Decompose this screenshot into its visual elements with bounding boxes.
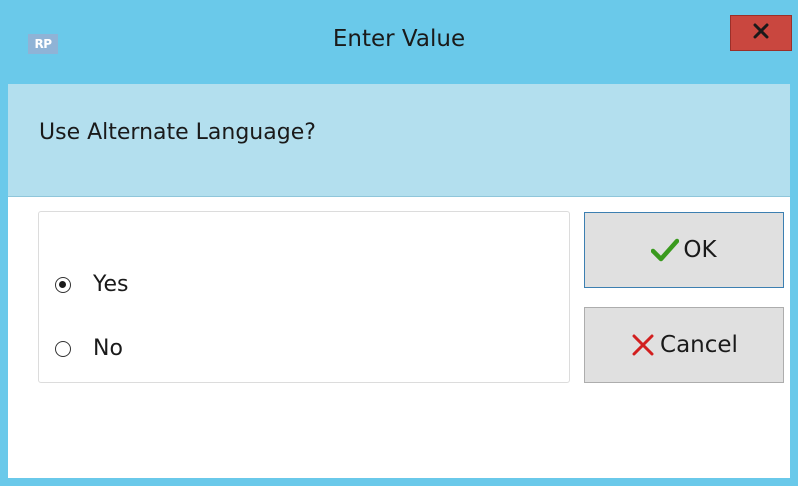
checkmark-icon <box>651 238 680 262</box>
radio-yes[interactable] <box>55 276 71 293</box>
cancel-button-label: Cancel <box>660 332 738 358</box>
close-icon <box>752 22 770 44</box>
option-no[interactable]: No <box>55 336 123 361</box>
prompt-text: Use Alternate Language? <box>39 120 316 145</box>
prompt-band: Use Alternate Language? <box>8 84 790 197</box>
ok-button[interactable]: OK <box>584 212 784 288</box>
close-button[interactable] <box>730 15 792 51</box>
radio-no[interactable] <box>55 340 71 357</box>
x-icon <box>630 332 656 358</box>
option-yes-label: Yes <box>93 272 129 297</box>
ok-button-label: OK <box>683 237 717 263</box>
options-panel: Yes No <box>38 211 570 383</box>
option-yes[interactable]: Yes <box>55 272 129 297</box>
option-no-label: No <box>93 336 123 361</box>
dialog-body: Use Alternate Language? Yes No OK Cancel <box>8 84 790 478</box>
window-title: Enter Value <box>332 26 466 52</box>
cancel-button[interactable]: Cancel <box>584 307 784 383</box>
dialog-window: RP Enter Value Use Alternate Language? Y… <box>0 0 798 486</box>
title-bar[interactable]: RP Enter Value <box>0 0 798 84</box>
